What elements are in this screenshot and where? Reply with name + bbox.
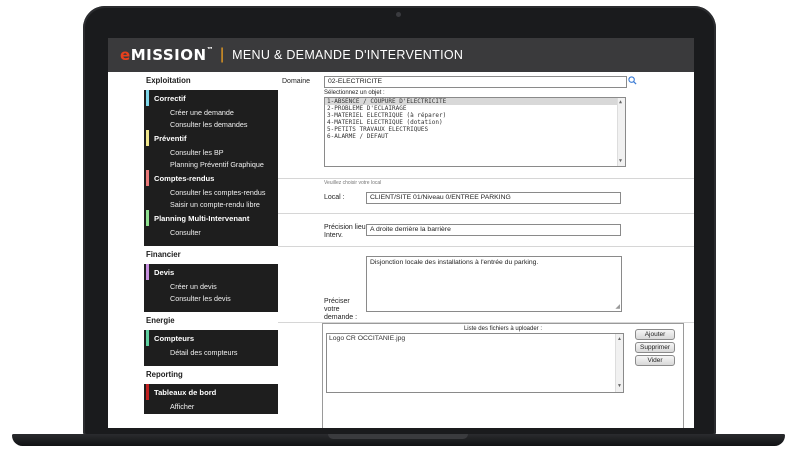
scroll-down-icon[interactable]: ▼	[617, 382, 622, 391]
link-creer-demande[interactable]: Créer une demande	[144, 106, 278, 118]
objet-option[interactable]: 4-MATERIEL ELECTRIQUE (dotation)	[325, 119, 625, 126]
local-hint: Veuillez choisir votre local	[324, 180, 382, 186]
link-consulter-bp[interactable]: Consulter les BP	[144, 146, 278, 158]
precision-interv-label: Interv.	[324, 232, 343, 239]
category-devis[interactable]: Devis	[146, 264, 278, 280]
link-saisir-compte-rendu[interactable]: Saisir un compte-rendu libre	[144, 198, 278, 210]
section-energie: Energie	[146, 316, 175, 325]
camera-dot	[396, 12, 401, 17]
section-exploitation: Exploitation	[146, 76, 191, 85]
menu-block-reporting: Tableaux de bord Afficher	[144, 384, 278, 414]
files-listbox[interactable]: Logo CR OCCITANIE.jpg ▲ ▼	[326, 333, 624, 393]
link-afficher[interactable]: Afficher	[144, 400, 278, 412]
upload-area: Liste des fichiers à uploader : Logo CR …	[322, 323, 684, 428]
laptop-notch	[328, 434, 468, 439]
category-tableaux-de-bord[interactable]: Tableaux de bord	[146, 384, 278, 400]
section-reporting: Reporting	[146, 370, 183, 379]
scroll-down-icon[interactable]: ▼	[619, 158, 622, 165]
objet-option[interactable]: 3-MATERIEL ELECTRIQUE (à réparer)	[325, 112, 625, 119]
link-consulter-planning[interactable]: Consulter	[144, 226, 278, 238]
link-planning-preventif[interactable]: Planning Préventif Graphique	[144, 158, 278, 170]
link-consulter-comptes-rendus[interactable]: Consulter les comptes-rendus	[144, 186, 278, 198]
category-correctif[interactable]: Correctif	[146, 90, 278, 106]
objet-option[interactable]: 6-ALARME / DEFAUT	[325, 133, 625, 140]
local-input[interactable]: CLIENT/SITE 01/Niveau 0/ENTREE PARKING	[366, 192, 621, 204]
link-consulter-demandes[interactable]: Consulter les demandes	[144, 118, 278, 130]
section-divider	[278, 213, 694, 214]
emission-logo[interactable]: eMISSION™	[120, 46, 214, 64]
menu-block-financier: Devis Créer un devis Consulter les devis	[144, 264, 278, 312]
category-compteurs[interactable]: Compteurs	[146, 330, 278, 346]
objet-caption: Sélectionnez un objet :	[324, 90, 385, 96]
domaine-label: Domaine	[282, 78, 311, 85]
objet-option[interactable]: 2-PROBLEME D'ECLAIRAGE	[325, 105, 625, 112]
page-title: MENU & DEMANDE D'INTERVENTION	[232, 48, 464, 62]
demande-text: Disjonction locale des installations à l…	[370, 259, 539, 266]
objet-option[interactable]: 1-ABSENCE / COUPURE D'ELECTRICITE	[325, 98, 625, 105]
intervention-form: Domaine 02-ELECTRICITE Sélectionnez un o…	[278, 72, 694, 428]
precision-lieu-label: Précision lieu	[324, 224, 366, 231]
resize-handle-icon[interactable]: ◢	[615, 303, 620, 310]
files-scrollbar[interactable]: ▲ ▼	[615, 334, 623, 392]
local-label: Local :	[324, 194, 345, 201]
app-screen: eMISSION™ | MENU & DEMANDE D'INTERVENTIO…	[108, 38, 694, 428]
menu-block-energie: Compteurs Détail des compteurs	[144, 330, 278, 366]
header-separator: |	[220, 46, 225, 63]
category-planning-multi[interactable]: Planning Multi-Intervenant	[146, 210, 278, 226]
section-financier: Financier	[146, 250, 181, 259]
files-caption: Liste des fichiers à uploader :	[463, 326, 543, 332]
search-icon[interactable]	[628, 76, 637, 85]
section-divider	[278, 246, 694, 247]
clear-files-button[interactable]: Vider	[635, 355, 675, 366]
preciser-label-2: votre	[324, 306, 340, 313]
preciser-label-3: demande :	[324, 314, 358, 321]
sidebar-menu: Exploitation Correctif Créer une demande…	[144, 72, 278, 428]
category-preventif[interactable]: Préventif	[146, 130, 278, 146]
scroll-up-icon[interactable]: ▲	[617, 335, 622, 344]
demande-textarea[interactable]: Disjonction locale des installations à l…	[366, 256, 622, 312]
category-comptes-rendus[interactable]: Comptes-rendus	[146, 170, 278, 186]
add-file-button[interactable]: Ajouter	[635, 329, 675, 340]
objet-listbox[interactable]: 1-ABSENCE / COUPURE D'ELECTRICITE 2-PROB…	[324, 97, 626, 167]
link-detail-compteurs[interactable]: Détail des compteurs	[144, 346, 278, 358]
scroll-up-icon[interactable]: ▲	[619, 99, 622, 106]
listbox-scrollbar[interactable]: ▲ ▼	[617, 98, 625, 166]
link-consulter-devis[interactable]: Consulter les devis	[144, 292, 278, 304]
domaine-input[interactable]: 02-ELECTRICITE	[324, 76, 627, 88]
preciser-label-1: Préciser	[324, 298, 350, 305]
file-item[interactable]: Logo CR OCCITANIE.jpg	[327, 334, 623, 343]
delete-file-button[interactable]: Supprimer	[635, 342, 675, 353]
precision-lieu-input[interactable]: A droite derrière la barrière	[366, 224, 621, 236]
section-divider	[278, 178, 694, 179]
menu-block-exploitation: Correctif Créer une demande Consulter le…	[144, 90, 278, 246]
link-creer-devis[interactable]: Créer un devis	[144, 280, 278, 292]
objet-option[interactable]: 5-PETITS TRAVAUX ELECTRIQUES	[325, 126, 625, 133]
app-header: eMISSION™ | MENU & DEMANDE D'INTERVENTIO…	[108, 38, 694, 72]
